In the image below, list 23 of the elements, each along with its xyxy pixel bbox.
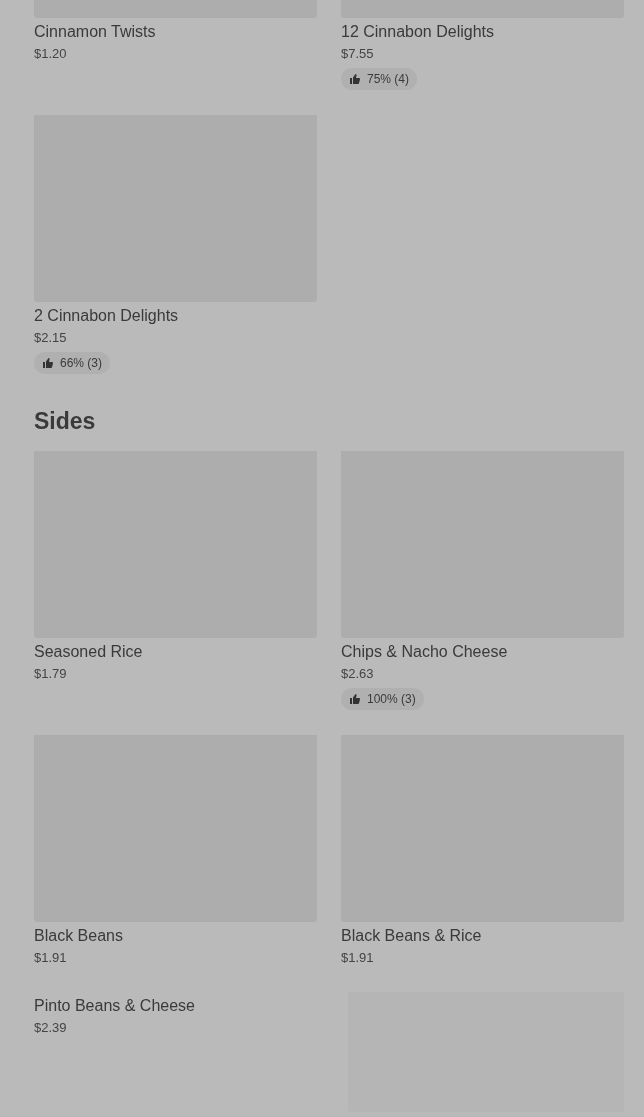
thumbs-up-icon — [349, 73, 361, 85]
item-name[interactable]: Pinto Beans & Cheese — [34, 996, 195, 1016]
item-name[interactable]: 2 Cinnabon Delights — [34, 306, 317, 326]
item-name[interactable]: Seasoned Rice — [34, 642, 317, 662]
section-heading: Sides — [34, 407, 97, 436]
item-price: $2.63 — [341, 665, 375, 683]
rating-text: 100% (3) — [367, 691, 416, 707]
thumbs-up-icon — [349, 693, 361, 705]
item-price: $7.55 — [341, 45, 375, 63]
rating-text: 66% (3) — [60, 355, 103, 371]
rating-text: 75% (4) — [367, 71, 410, 87]
item-name[interactable]: Black Beans — [34, 926, 317, 946]
item-price: $1.20 — [34, 45, 68, 63]
item-name[interactable]: Chips & Nacho Cheese — [341, 642, 624, 662]
thumbs-up-icon — [42, 357, 54, 369]
item-name[interactable]: Cinnamon Twists — [34, 22, 317, 42]
item-price: $1.91 — [341, 949, 375, 967]
item-price: $2.39 — [34, 1019, 68, 1037]
item-price: $1.91 — [34, 949, 68, 967]
item-name[interactable]: 12 Cinnabon Delights — [341, 22, 624, 42]
item-price: $2.15 — [34, 329, 68, 347]
item-price: $1.79 — [34, 665, 68, 683]
item-name[interactable]: Black Beans & Rice — [341, 926, 624, 946]
